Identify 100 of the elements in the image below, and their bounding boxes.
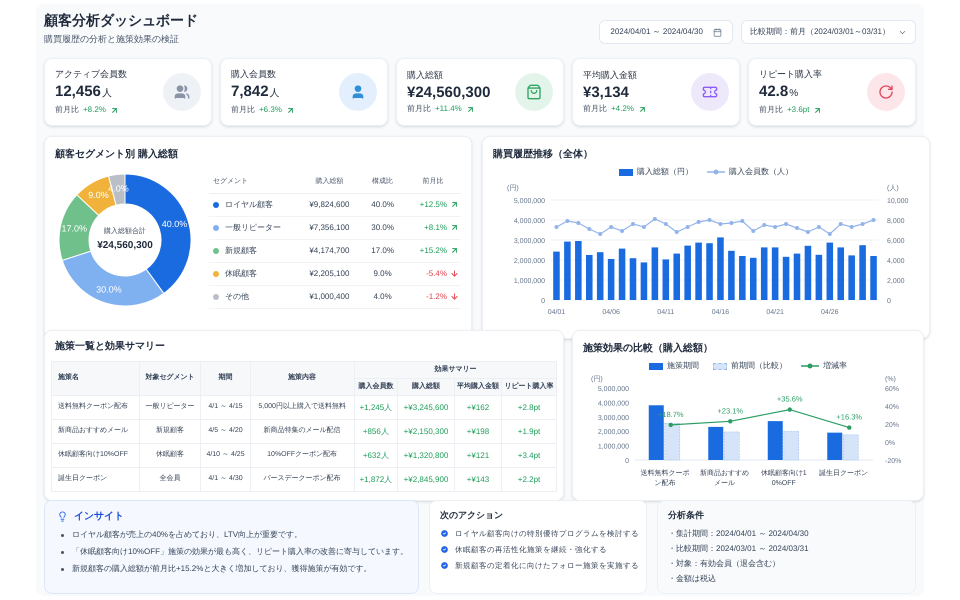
kpi-value: ¥3,134: [583, 85, 629, 100]
bar: [804, 246, 812, 300]
kpi-change: +4.2%: [611, 103, 634, 116]
table-cell: +1.9pt: [518, 426, 540, 436]
table-cell-text: 40.0%: [370, 198, 395, 210]
table-cell: +2.8pt: [518, 402, 540, 412]
table-cell: +1,872人: [359, 474, 392, 484]
kpi-change: +8.2%: [83, 104, 106, 116]
bar: [768, 421, 783, 460]
segment-name: 休眠顧客: [225, 268, 257, 280]
kpi-unit: %: [789, 87, 798, 102]
condition-text: ・集計期間：2024/04/01 ～ 2024/04/30: [668, 528, 810, 540]
bar: [717, 237, 724, 300]
table-cell: +632人: [362, 450, 389, 460]
bar: [652, 247, 658, 300]
table-cell: +¥121: [466, 450, 490, 460]
point: [686, 225, 690, 229]
compare-label: 前月比: [55, 104, 79, 116]
data-label: 40.0%: [162, 218, 188, 229]
point: [806, 230, 810, 234]
compare-period-dropdown[interactable]: 比較期間：前月（2024/03/01～03/31）: [740, 20, 916, 44]
card-title: 顧客セグメント別 購入総額: [55, 147, 179, 162]
legend-label: 増減率: [823, 360, 847, 372]
point: [708, 218, 712, 222]
bar: [837, 247, 844, 300]
point: [784, 222, 788, 226]
kpi-label: 購入会員数: [231, 68, 277, 81]
point: [788, 407, 792, 412]
point: [729, 221, 734, 225]
ticket-icon: [702, 84, 718, 100]
point: [587, 227, 592, 231]
point: [850, 225, 854, 229]
kpi-value: 7,842: [231, 84, 269, 100]
data-label: 17.0%: [61, 224, 88, 234]
bar: [564, 242, 571, 300]
dashboard-title: 顧客分析ダッシュボード: [44, 11, 198, 30]
table-cell: +¥143: [466, 474, 490, 484]
condition-text: ・金額は税込: [668, 572, 717, 584]
legend-label: 施策期間: [667, 360, 699, 372]
bar: [662, 259, 670, 300]
kpi-value: ¥24,560,300: [407, 85, 490, 100]
bar: [870, 256, 877, 300]
point: [828, 232, 832, 236]
bar: [728, 250, 735, 300]
donut-center-value: ¥24,560,300: [97, 238, 153, 253]
kpi-label: アクティブ会員数: [55, 68, 127, 81]
legend-swatch: [619, 168, 633, 176]
condition-text: ・対象：有効会員（退会含む）: [668, 558, 781, 570]
calendar-icon: [712, 28, 722, 36]
point: [565, 219, 570, 223]
bar: [848, 255, 855, 300]
legend-line-icon: [707, 169, 725, 175]
table-cell-text: ¥2,205,100: [308, 268, 350, 280]
people-icon: [174, 84, 190, 100]
point: [751, 229, 756, 233]
compare-label: 前月比: [759, 104, 783, 116]
point: [718, 222, 722, 226]
bar: [706, 243, 713, 300]
segment-name: その他: [225, 290, 249, 302]
data-label: 9.0%: [88, 190, 109, 200]
legend-line-icon: [801, 363, 819, 369]
bar: [596, 252, 604, 300]
point: [664, 222, 668, 226]
bar: [684, 246, 691, 300]
table-cell-text: 30.0%: [370, 222, 395, 234]
kpi-label: リピート購入率: [759, 68, 822, 81]
kpi-change: +3.6pt: [787, 104, 810, 116]
insight-text: ロイヤル顧客が売上の40%を占めており、LTV向上が重要です。: [72, 529, 302, 541]
bar: [708, 426, 724, 460]
bar: [673, 254, 680, 300]
point: [554, 225, 558, 229]
change-value: +8.1%: [424, 222, 447, 234]
card-title: 購買履歴推移（全体）: [493, 148, 594, 162]
bar: [750, 258, 757, 300]
point: [696, 220, 701, 224]
legend-label: 前期間（比較）: [731, 360, 787, 372]
bar: [739, 256, 746, 300]
date-range-picker[interactable]: 2024/04/01 ～ 2024/04/30: [599, 20, 733, 44]
bar: [827, 432, 842, 460]
point: [773, 225, 778, 229]
bar: [859, 245, 866, 300]
kpi-label: 購入総額: [407, 68, 444, 82]
card-title: 分析条件: [668, 509, 705, 522]
change-value: -5.4%: [426, 268, 447, 280]
check-circle-icon: [440, 528, 449, 538]
bar: [640, 262, 648, 300]
bar: [586, 255, 593, 300]
table-cell: +¥2,845,900: [404, 474, 448, 484]
bar: [794, 254, 800, 300]
point: [642, 225, 646, 229]
kpi-label: 平均購入金額: [583, 68, 638, 82]
card-title: インサイト: [74, 510, 124, 524]
table-cell-text: 4.0%: [372, 290, 393, 302]
table-cell-text: ¥7,356,100: [308, 222, 350, 234]
point: [860, 222, 865, 226]
legend-label: 購入総額（円）: [637, 166, 693, 178]
table-cell: +¥162: [466, 402, 490, 412]
kpi-value: 12,456: [55, 84, 101, 100]
point: [598, 232, 602, 236]
table-cell-text: 17.0%: [370, 244, 395, 256]
